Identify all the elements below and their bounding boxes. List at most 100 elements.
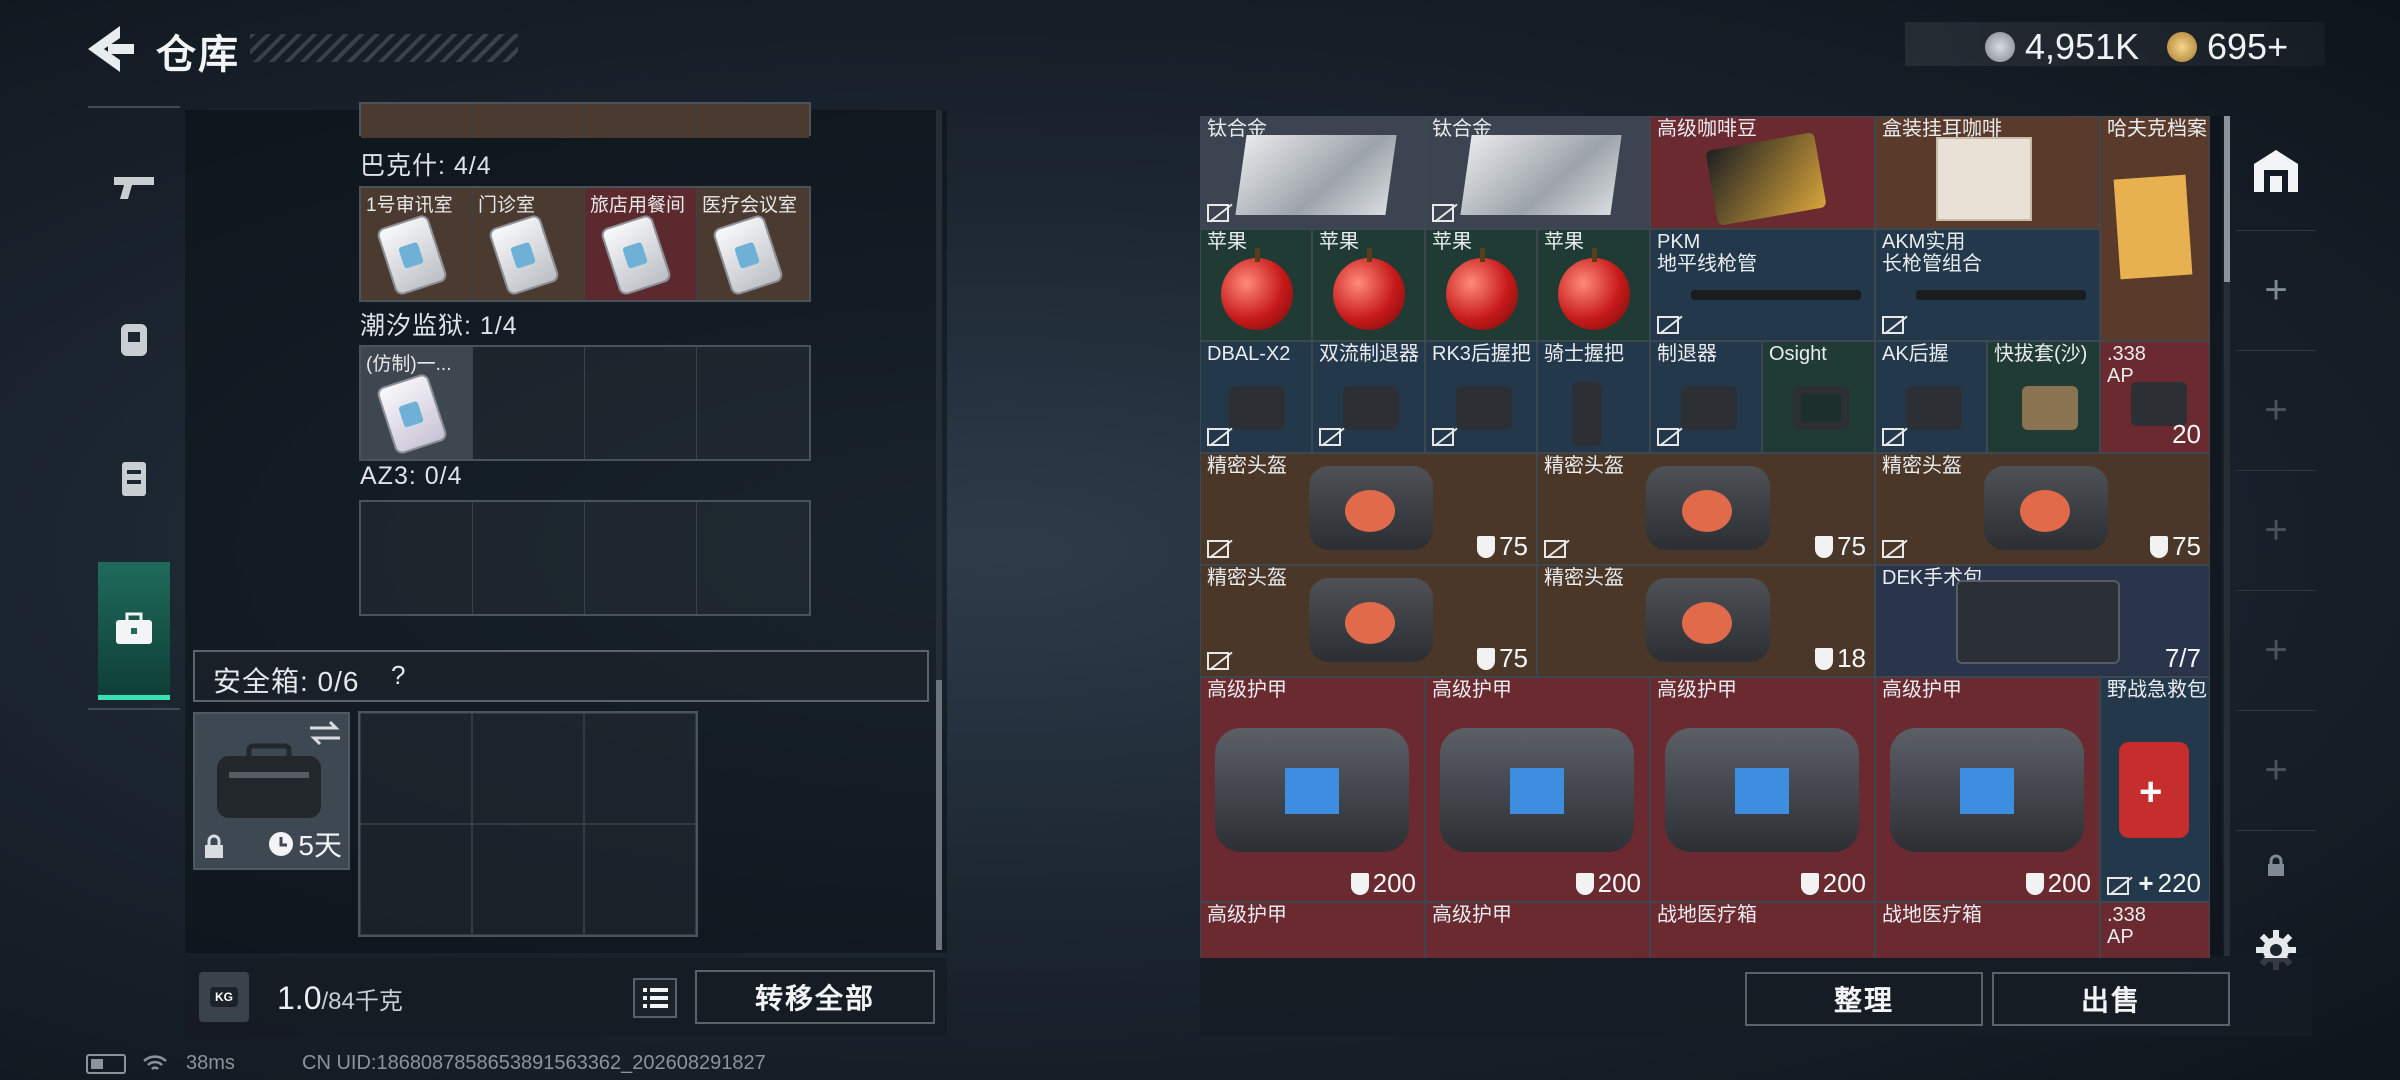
stash-page-add[interactable]: + (2236, 230, 2316, 350)
prison-key-grid: (仿制)一... (359, 345, 811, 461)
stash-item[interactable]: RK3后握把 (1425, 341, 1537, 453)
empty-slot[interactable] (697, 347, 809, 459)
stash-item[interactable]: AK后握 (1875, 341, 1987, 453)
sell-button[interactable]: 出售 (1992, 972, 2230, 1026)
empty-slot[interactable] (360, 713, 472, 824)
stash-item[interactable]: AKM实用 长枪管组合 (1875, 229, 2100, 341)
empty-slot[interactable] (697, 502, 809, 614)
stash-item[interactable]: 钛合金 (1200, 116, 1425, 229)
stash-item[interactable]: 制退器 (1650, 341, 1762, 453)
stash-page-add[interactable]: + (2236, 710, 2316, 830)
stash-item[interactable]: 苹果 (1425, 229, 1537, 341)
empty-slot[interactable] (473, 347, 585, 459)
empty-slot[interactable] (360, 824, 472, 935)
stash-scrollbar[interactable] (2224, 116, 2230, 956)
empty-slot[interactable] (584, 824, 696, 935)
empty-slot[interactable] (585, 347, 697, 459)
left-scrollbar[interactable] (936, 110, 942, 950)
stash-item[interactable]: Osight (1762, 341, 1875, 453)
stash-item[interactable]: 快拔套(沙) (1987, 341, 2100, 453)
stash-item[interactable]: 高级护甲 200 (1425, 677, 1650, 902)
durability: 75 (2150, 531, 2201, 562)
stash-item[interactable]: 盒装挂耳咖啡 (1875, 116, 2100, 229)
stash-item[interactable]: DEK手术包 7/7 (1875, 565, 2210, 677)
stash-item[interactable]: 高级护甲 200 (1875, 677, 2100, 902)
no-trade-icon (1657, 316, 1679, 334)
stash-item[interactable]: 精密头盔 75 (1200, 565, 1537, 677)
stash-item[interactable]: 苹果 (1537, 229, 1650, 341)
stash-item[interactable]: 战地医疗箱 (1650, 902, 1875, 958)
stash-item[interactable]: 战地医疗箱 (1875, 902, 2100, 958)
help-icon[interactable]: ? (391, 660, 405, 691)
stash-item[interactable]: .338 AP (2100, 902, 2210, 958)
no-trade-icon (1207, 204, 1229, 222)
keycard-icon (602, 215, 670, 295)
safe-box-item[interactable]: 5天 (193, 712, 350, 870)
stash-item[interactable]: 精密头盔 75 (1537, 453, 1875, 565)
stash-item[interactable]: 哈夫克档案 (2100, 116, 2210, 341)
empty-slot[interactable] (361, 502, 473, 614)
stash-item[interactable]: PKM 地平线枪管 (1650, 229, 1875, 341)
stash-item[interactable]: 苹果 (1200, 229, 1312, 341)
keycard-icon (490, 215, 558, 295)
key-slot[interactable]: 门诊室 (473, 188, 585, 300)
tab-weapons[interactable] (88, 118, 180, 258)
tab-containers[interactable] (88, 408, 180, 548)
empty-slot[interactable] (584, 713, 696, 824)
stash-page-1[interactable] (2236, 110, 2316, 230)
stash-item[interactable]: 高级咖啡豆 (1650, 116, 1875, 229)
stash-item[interactable]: 精密头盔 75 (1200, 453, 1537, 565)
stash-page-add[interactable]: + (2236, 350, 2316, 470)
no-trade-icon (1319, 428, 1341, 446)
stash-page-add[interactable]: + (2236, 470, 2316, 590)
stash-item[interactable]: 双流制退器 (1312, 341, 1425, 453)
back-arrow-icon[interactable] (84, 22, 134, 76)
stash-item[interactable]: 高级护甲 200 (1650, 677, 1875, 902)
stash-item[interactable]: 高级护甲 (1200, 902, 1425, 958)
empty-slot[interactable] (472, 713, 584, 824)
key-slot[interactable]: 医疗会议室 (697, 188, 809, 300)
ping-text: 38ms (186, 1052, 235, 1074)
empty-slot[interactable] (585, 502, 697, 614)
key-slot[interactable]: (仿制)一... (361, 347, 473, 459)
stash-item[interactable]: 骑士握把 (1537, 341, 1650, 453)
stash-item[interactable]: .338 AP 20 (2100, 341, 2210, 453)
tab-equipment[interactable] (88, 268, 180, 408)
stash-item[interactable]: 苹果 (1312, 229, 1425, 341)
stash-item[interactable]: 高级护甲 (1425, 902, 1650, 958)
key-slot[interactable]: 1号审讯室 (361, 188, 473, 300)
stash-item[interactable]: 高级护甲 200 (1200, 677, 1425, 902)
stash-page-add[interactable]: + (2236, 590, 2316, 710)
stash-item[interactable]: DBAL-X2 (1200, 341, 1312, 453)
shield-icon (1350, 872, 1369, 895)
stash-item[interactable]: 精密头盔 75 (1875, 453, 2210, 565)
bakesh-key-grid: 1号审讯室 门诊室 旅店用餐间 医疗会议室 (359, 186, 811, 302)
stash-item[interactable]: 钛合金 (1425, 116, 1650, 229)
document-icon (2113, 174, 2193, 280)
list-view-button[interactable] (633, 978, 677, 1018)
apple-icon (1446, 248, 1518, 330)
apple-icon (1333, 248, 1405, 330)
tab-items[interactable] (98, 562, 170, 700)
durability: 200 (1350, 868, 1416, 899)
stash-grid: 钛合金 钛合金 高级咖啡豆 盒装挂耳咖啡 哈夫克档案 苹果 苹果 苹果 苹果 P… (1200, 116, 2222, 958)
empty-slot[interactable] (472, 824, 584, 935)
keycard-icon (714, 215, 782, 295)
no-trade-icon (1207, 540, 1229, 558)
partial-key-row (359, 102, 811, 138)
section-label-prison: 潮汐监狱: 1/4 (360, 312, 518, 340)
stash-page-locked[interactable] (2236, 830, 2316, 900)
laser-icon (1229, 386, 1285, 430)
stash-item[interactable]: 精密头盔 18 (1537, 565, 1875, 677)
transfer-all-button[interactable]: 转移全部 (695, 970, 935, 1024)
section-label-bakesh: 巴克什: 4/4 (360, 152, 492, 180)
gold-amount: 695+ (2207, 26, 2289, 67)
key-slot[interactable]: 旅店用餐间 (585, 188, 697, 300)
duration-display: 5天 (268, 824, 342, 864)
swap-icon[interactable] (308, 720, 342, 746)
armor-icon (1890, 728, 2084, 852)
empty-slot[interactable] (473, 502, 585, 614)
sort-button[interactable]: 整理 (1745, 972, 1983, 1026)
stash-item[interactable]: 野战急救包+220 (2100, 677, 2210, 902)
silver-amount: 4,951K (2025, 26, 2140, 67)
